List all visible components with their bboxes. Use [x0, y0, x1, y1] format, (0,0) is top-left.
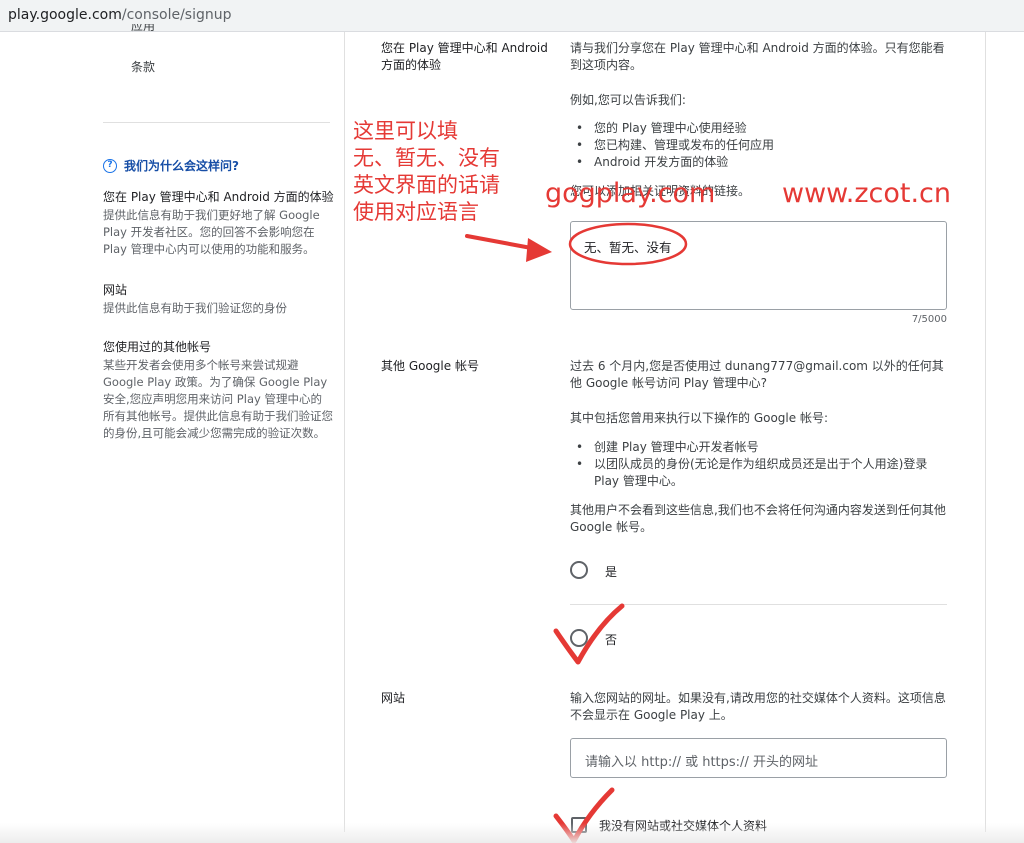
experience-textarea-value: 无、暂无、没有 — [584, 240, 672, 255]
sidebar-section-body: 提供此信息有助于我们更好地了解 Google Play 开发者社区。您的回答不会… — [103, 208, 320, 256]
sidebar-section-body: 提供此信息有助于我们验证您的身份 — [103, 301, 287, 315]
url-host: play.google.com — [8, 7, 122, 23]
why-heading-text: 我们为什么会这样问? — [124, 159, 239, 173]
experience-textarea[interactable]: 无、暂无、没有 — [570, 221, 947, 310]
list-item: 以团队成员的身份(无论是作为组织成员还是出于个人用途)登录 Play 管理中心。 — [576, 456, 948, 490]
annotation-line: 无、暂无、没有 — [353, 146, 500, 170]
annotation-line: 英文界面的话请 — [353, 173, 500, 197]
radio-yes[interactable] — [570, 561, 588, 579]
list-item: 创建 Play 管理中心开发者帐号 — [576, 439, 948, 456]
url-path: /console/signup — [121, 7, 232, 23]
experience-example-intro: 例如,您可以告诉我们: — [570, 93, 686, 107]
experience-description: 请与我们分享您在 Play 管理中心和 Android 方面的体验。只有您能看到… — [570, 41, 945, 72]
bottom-fade — [0, 823, 1024, 843]
url-text: play.google.com/console/signup — [8, 7, 232, 23]
list-item: Android 开发方面的体验 — [576, 154, 728, 171]
experience-label: 您在 Play 管理中心和 Android 方面的体验 — [381, 41, 548, 72]
radio-separator — [570, 604, 947, 605]
annotation-line: 这里可以填 — [353, 119, 458, 143]
watermark-right: www.zcot.cn — [782, 178, 952, 209]
other-accounts-description: 过去 6 个月内,您是否使用过 dunang777@gmail.com 以外的任… — [570, 359, 944, 390]
sidebar-section-title: 网站 — [103, 283, 128, 297]
watermark-left: gogplay.com — [545, 178, 716, 209]
radio-no-label[interactable]: 否 — [605, 631, 617, 648]
why-heading: ? 我们为什么会这样问? — [103, 157, 239, 174]
radio-no[interactable] — [570, 629, 588, 647]
other-accounts-includes: 其中包括您曾用来执行以下操作的 Google 帐号: — [570, 411, 828, 425]
sidebar-divider — [344, 32, 345, 832]
sidebar-item-apps[interactable]: 应用 — [131, 24, 155, 37]
sidebar-section-body: 某些开发者会使用多个帐号来尝试规避 Google Play 政策。为了确保 Go… — [103, 358, 333, 440]
sidebar-separator — [103, 122, 330, 123]
radio-yes-label[interactable]: 是 — [605, 563, 617, 580]
other-accounts-label: 其他 Google 帐号 — [381, 359, 479, 373]
sidebar-item-terms[interactable]: 条款 — [131, 58, 155, 75]
other-accounts-note: 其他用户不会看到这些信息,我们也不会将任何沟通内容发送到任何其他 Google … — [570, 503, 946, 534]
list-item: 您已构建、管理或发布的任何应用 — [576, 137, 774, 154]
website-input[interactable]: 请输入以 http:// 或 https:// 开头的网址 — [570, 738, 947, 778]
website-input-placeholder: 请输入以 http:// 或 https:// 开头的网址 — [585, 755, 818, 770]
website-description: 输入您网站的网址。如果没有,请改用您的社交媒体个人资料。这项信息不会显示在 Go… — [570, 691, 946, 722]
help-icon: ? — [103, 158, 117, 173]
list-item: 您的 Play 管理中心使用经验 — [576, 120, 747, 137]
website-label: 网站 — [381, 691, 406, 705]
sidebar-section-title: 您使用过的其他帐号 — [103, 340, 212, 354]
character-counter: 7/5000 — [911, 314, 947, 325]
annotation-arrowhead-icon — [526, 238, 552, 262]
sidebar-section-title: 您在 Play 管理中心和 Android 方面的体验 — [103, 190, 334, 204]
annotation-note: 这里可以填 无、暂无、没有 英文界面的话请 使用对应语言 — [353, 118, 500, 226]
annotation-arrow-icon — [465, 234, 544, 252]
content-right-border — [985, 32, 986, 832]
annotation-line: 使用对应语言 — [353, 200, 479, 224]
